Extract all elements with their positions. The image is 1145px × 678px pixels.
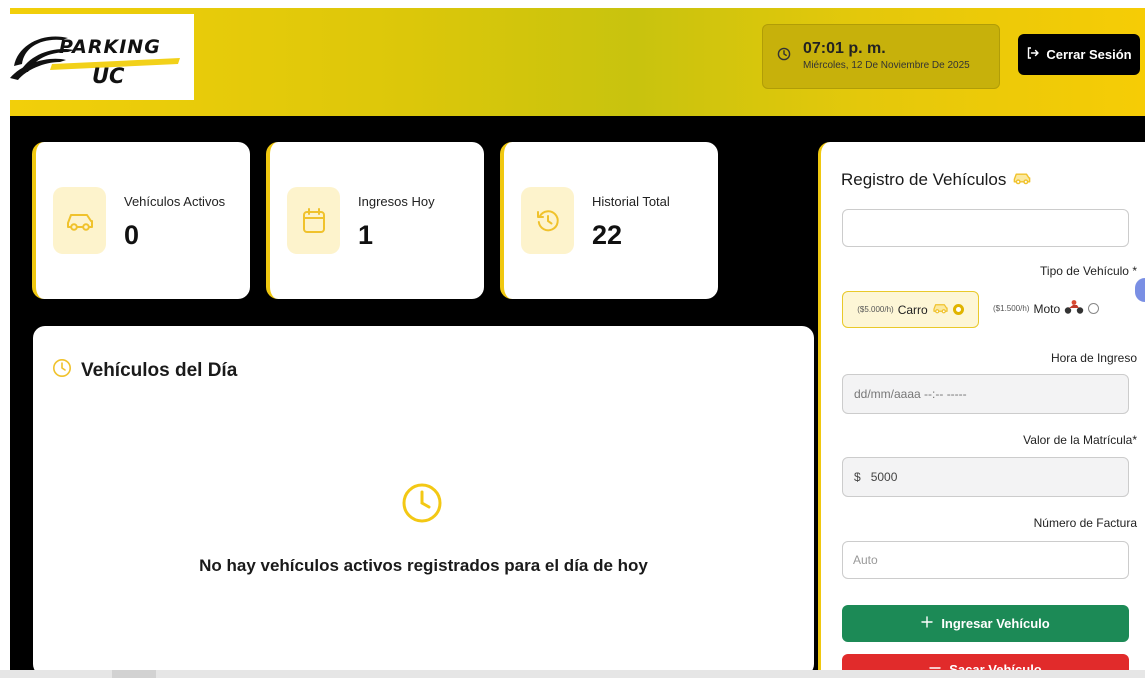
car-icon <box>932 302 949 317</box>
ingresar-vehiculo-label: Ingresar Vehículo <box>941 616 1050 631</box>
vehicle-type-carro-option[interactable]: ($5.000/h) Carro <box>842 291 979 328</box>
numero-factura-label: Número de Factura <box>1033 516 1137 530</box>
carro-label: Carro <box>897 302 928 317</box>
clock-date: Miércoles, 12 De Noviembre De 2025 <box>803 60 970 71</box>
header: PARKING UC 07:01 p. m. Miércoles, 12 De … <box>10 8 1145 116</box>
ingresar-vehiculo-button[interactable]: Ingresar Vehículo <box>842 605 1129 642</box>
logo-text-parking: PARKING <box>59 36 161 58</box>
vehicles-today-title-text: Vehículos del Día <box>81 360 238 381</box>
valor-matricula-input[interactable]: $ 5000 <box>842 457 1129 497</box>
clock-icon <box>52 358 72 384</box>
stat-label: Vehículos Activos <box>124 194 226 209</box>
history-icon <box>521 187 574 254</box>
logout-button[interactable]: Cerrar Sesión <box>1018 34 1140 75</box>
vehicles-today-title: Vehículos del Día <box>52 358 237 384</box>
registro-title-text: Registro de Vehículos <box>841 170 1007 189</box>
empty-state-clock-icon <box>400 481 444 530</box>
logo-text-uc: UC <box>92 64 125 88</box>
registro-title: Registro de Vehículos <box>841 170 1032 190</box>
window-bottom-bar <box>0 670 1145 678</box>
motorcycle-icon <box>1064 299 1084 318</box>
empty-state-message: No hay vehículos activos registrados par… <box>199 556 648 575</box>
stat-value: 0 <box>124 220 140 250</box>
stat-label: Historial Total <box>592 194 670 209</box>
bottom-bar-tab[interactable] <box>112 670 156 678</box>
clock-icon <box>777 47 791 66</box>
carro-radio[interactable] <box>952 304 964 315</box>
clock-time: 07:01 p. m. <box>803 40 886 57</box>
hora-ingreso-input[interactable]: dd/mm/aaaa --:-- ----- <box>842 374 1129 414</box>
sacar-vehiculo-button[interactable]: Sacar Vehículo <box>842 654 1129 670</box>
stat-label: Ingresos Hoy <box>358 194 435 209</box>
car-icon <box>53 187 106 254</box>
car-icon <box>1012 170 1032 190</box>
stat-value: 22 <box>592 220 623 250</box>
logo: PARKING UC <box>10 14 194 100</box>
stat-card-today: Ingresos Hoy 1 <box>266 142 484 299</box>
vehicles-today-panel: Vehículos del Día No hay vehículos activ… <box>33 326 814 670</box>
tipo-vehiculo-label: Tipo de Vehículo * <box>1040 264 1137 278</box>
logout-label: Cerrar Sesión <box>1046 47 1132 62</box>
clock-display: 07:01 p. m. Miércoles, 12 De Noviembre D… <box>762 24 1000 89</box>
floating-side-widget[interactable] <box>1135 278 1145 302</box>
moto-price: ($1.500/h) <box>993 304 1030 313</box>
carro-price: ($5.000/h) <box>857 305 894 314</box>
sacar-vehiculo-label: Sacar Vehículo <box>949 662 1042 670</box>
minus-icon <box>929 662 941 670</box>
valor-matricula-label: Valor de la Matrícula* <box>1023 433 1137 447</box>
moto-label: Moto <box>1033 301 1061 316</box>
numero-factura-input[interactable]: Auto <box>842 541 1129 579</box>
app-frame: PARKING UC 07:01 p. m. Miércoles, 12 De … <box>10 8 1145 670</box>
stat-card-active: Vehículos Activos 0 <box>32 142 250 299</box>
vehicle-type-moto-option[interactable]: ($1.500/h) Moto <box>993 291 1100 326</box>
plus-icon <box>921 616 934 631</box>
stat-card-history: Historial Total 22 <box>500 142 718 299</box>
currency-prefix: $ <box>854 470 861 484</box>
logout-icon <box>1026 46 1040 63</box>
calendar-icon <box>287 187 340 254</box>
valor-matricula-value: 5000 <box>870 470 898 484</box>
registro-panel: Registro de Vehículos Tipo de Vehículo *… <box>818 142 1145 670</box>
moto-radio[interactable] <box>1088 303 1100 314</box>
plate-input[interactable] <box>842 209 1129 247</box>
hora-ingreso-label: Hora de Ingreso <box>1050 351 1137 365</box>
stat-value: 1 <box>358 220 374 250</box>
